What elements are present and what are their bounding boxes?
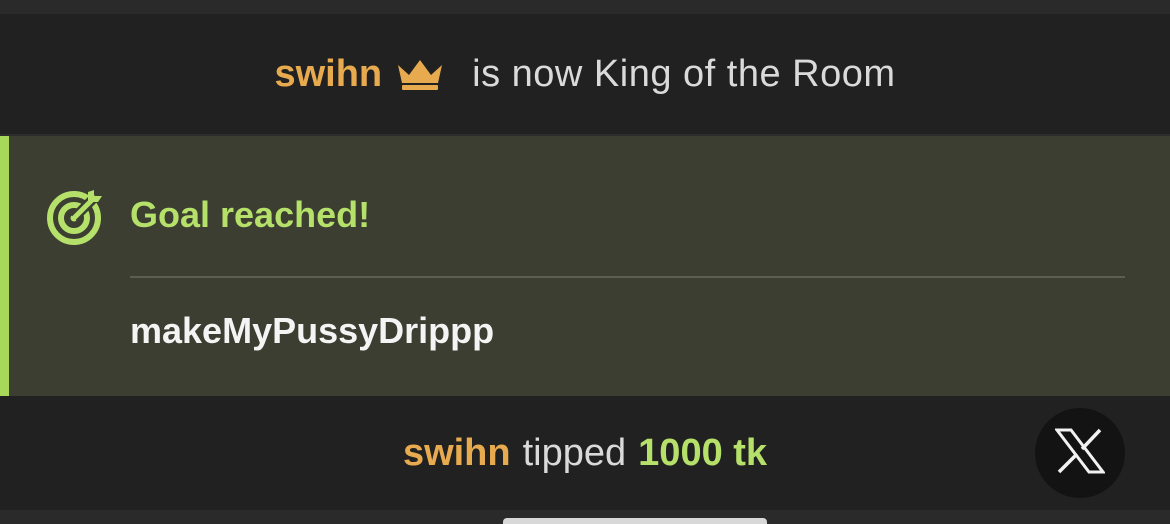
chat-feed: swihn is now King of the Room Goal reach… <box>0 0 1170 524</box>
goal-divider <box>130 276 1125 278</box>
target-icon <box>46 188 104 246</box>
tip-verb: tipped <box>522 431 627 474</box>
x-logo-icon <box>1053 428 1107 479</box>
goal-title: Goal reached! <box>130 194 371 235</box>
crown-icon <box>396 57 444 91</box>
king-of-room-notice: swihn is now King of the Room <box>0 14 1170 134</box>
goal-name: makeMyPussyDrippp <box>130 310 495 351</box>
goal-accent-bar <box>0 136 9 396</box>
goal-reached-card: Goal reached! makeMyPussyDrippp <box>0 136 1170 396</box>
king-message: is now King of the Room <box>472 52 896 95</box>
tip-amount: 1000 tk <box>638 431 768 474</box>
tip-notice: swihn tipped 1000 tk <box>0 396 1170 510</box>
top-edge <box>0 0 1170 14</box>
home-indicator[interactable] <box>503 518 767 524</box>
king-username[interactable]: swihn <box>274 53 382 96</box>
x-logo-button[interactable] <box>1035 408 1125 498</box>
tip-line: swihn tipped 1000 tk <box>0 396 1170 510</box>
tip-username[interactable]: swihn <box>403 432 511 475</box>
